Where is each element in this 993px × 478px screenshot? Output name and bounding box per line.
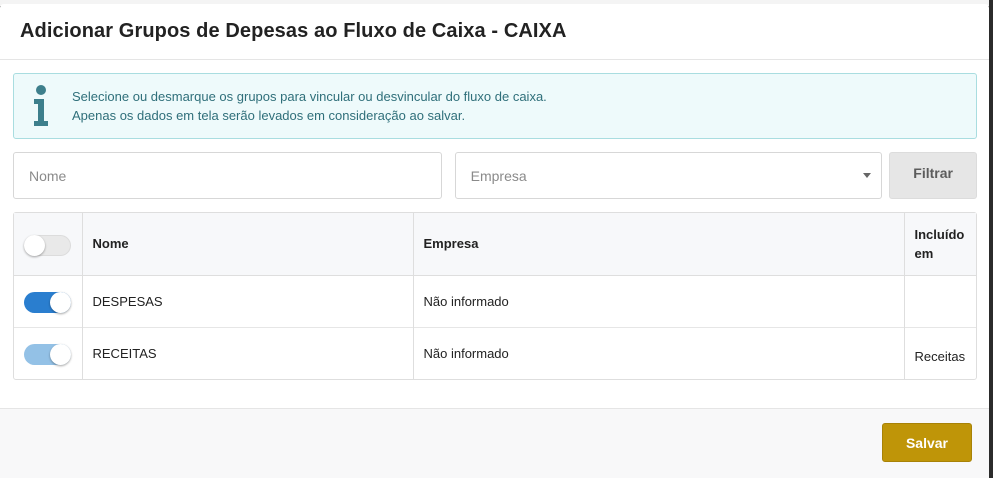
modal-header: Adicionar Grupos de Depesas ao Fluxo de … xyxy=(0,4,989,60)
modal-dialog: Adicionar Grupos de Depesas ao Fluxo de … xyxy=(0,4,989,478)
modal-footer: Salvar xyxy=(0,408,989,478)
filter-bar: Empresa Filtrar xyxy=(13,152,977,199)
save-button[interactable]: Salvar xyxy=(882,423,972,462)
header-nome[interactable]: Nome xyxy=(82,213,414,275)
empresa-select-placeholder: Empresa xyxy=(470,167,527,184)
row-select-toggle[interactable] xyxy=(24,292,71,313)
info-alert: Selecione ou desmarque os grupos para vi… xyxy=(13,73,977,139)
header-incluido[interactable]: Incluído em xyxy=(904,213,976,275)
toggle-knob xyxy=(50,344,71,366)
modal-title: Adicionar Grupos de Depesas ao Fluxo de … xyxy=(20,20,567,42)
row-incluido: Receitas xyxy=(914,349,966,365)
select-all-toggle[interactable] xyxy=(24,234,71,256)
toggle-knob xyxy=(50,292,71,313)
toggle-knob xyxy=(24,234,45,256)
modal-body: Selecione ou desmarque os grupos para vi… xyxy=(0,60,989,380)
row-nome: RECEITAS xyxy=(82,327,414,379)
info-alert-text: Selecione ou desmarque os grupos para vi… xyxy=(72,87,547,125)
row-empresa: Não informado xyxy=(413,327,905,379)
filtrar-button[interactable]: Filtrar xyxy=(889,152,977,199)
info-icon xyxy=(30,85,52,127)
row-empresa: Não informado xyxy=(413,275,905,327)
nome-filter-input[interactable] xyxy=(13,152,442,199)
table-header-row: Nome Empresa Incluído em xyxy=(14,213,976,275)
table-row: DESPESAS Não informado xyxy=(14,275,976,327)
backdrop-edge xyxy=(989,0,993,478)
groups-table: Nome Empresa Incluído em DESPESAS Não in… xyxy=(13,212,977,380)
header-empresa[interactable]: Empresa xyxy=(413,213,905,275)
table-row: RECEITAS Não informado Receitas xyxy=(14,327,976,379)
chevron-down-icon xyxy=(863,173,872,178)
row-select-toggle[interactable] xyxy=(24,344,71,366)
info-alert-line-2: Apenas os dados em tela serão levados em… xyxy=(72,108,466,123)
select-all-cell xyxy=(14,213,83,275)
row-toggle-cell xyxy=(14,327,83,379)
row-toggle-cell xyxy=(14,275,83,327)
info-alert-line-1: Selecione ou desmarque os grupos para vi… xyxy=(72,89,547,104)
empresa-filter-select[interactable]: Empresa xyxy=(454,152,883,199)
row-incluido xyxy=(904,275,976,327)
row-nome: DESPESAS xyxy=(82,275,414,327)
